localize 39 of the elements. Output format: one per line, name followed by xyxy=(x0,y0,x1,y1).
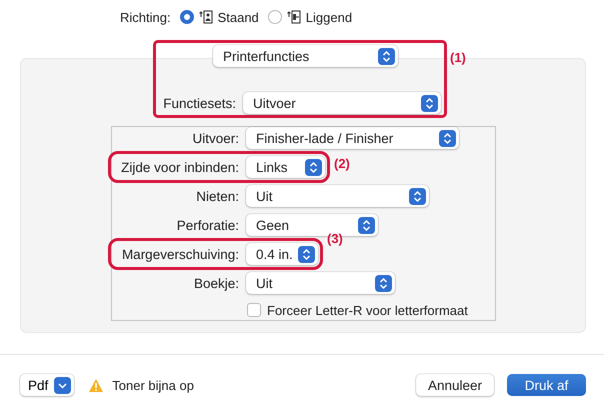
field-label: Zijde voor inbinden: xyxy=(120,160,239,174)
field-label: Uitvoer: xyxy=(191,130,239,146)
stepper-icon xyxy=(409,188,426,204)
radio-button[interactable] xyxy=(268,10,282,24)
field-label: Nieten: xyxy=(195,188,239,204)
callout-number: (2) xyxy=(334,156,350,171)
stepper-icon xyxy=(305,158,322,176)
checkbox[interactable] xyxy=(247,303,261,317)
print-button[interactable]: Druk af xyxy=(507,374,586,396)
stepper-icon xyxy=(298,246,315,262)
stepper-icon xyxy=(378,48,395,64)
cancel-button[interactable]: Annuleer xyxy=(416,374,494,396)
radio-button[interactable] xyxy=(180,10,194,24)
field-label: Functiesets: xyxy=(162,96,236,110)
warning-icon xyxy=(88,378,104,392)
chevron-icon xyxy=(54,376,72,394)
popup-menu[interactable]: Uit xyxy=(246,272,395,294)
radio-label: Staand xyxy=(218,10,259,24)
stepper-icon xyxy=(375,274,392,292)
field-label: Perforatie: xyxy=(176,218,239,232)
callout-number: (1) xyxy=(450,50,466,65)
orientation-label: Richting: xyxy=(120,10,171,24)
stepper-icon xyxy=(439,130,456,146)
popup-menu[interactable]: Uitvoer xyxy=(243,92,441,114)
pdf-menu-button[interactable]: Pdf xyxy=(20,374,74,396)
portrait-icon xyxy=(198,10,213,24)
radio-label: Liggend xyxy=(306,10,352,24)
popup-menu[interactable]: Links xyxy=(246,156,325,178)
field-label: Margeverschuiving: xyxy=(120,246,239,262)
stepper-icon xyxy=(421,94,438,112)
field-label: Boekje: xyxy=(192,276,239,290)
landscape-icon xyxy=(286,10,301,24)
popup-menu[interactable]: 0.4 in. xyxy=(246,243,318,265)
checkbox-label: Forceer Letter-R voor letterformaat xyxy=(267,302,468,318)
popup-menu[interactable]: Finisher-lade / Finisher xyxy=(246,127,459,149)
popup-menu[interactable]: Printerfuncties xyxy=(213,45,398,67)
popup-menu[interactable]: Uit xyxy=(246,185,429,207)
warning-message: Toner bijna op xyxy=(112,378,194,392)
stepper-icon xyxy=(358,216,375,234)
